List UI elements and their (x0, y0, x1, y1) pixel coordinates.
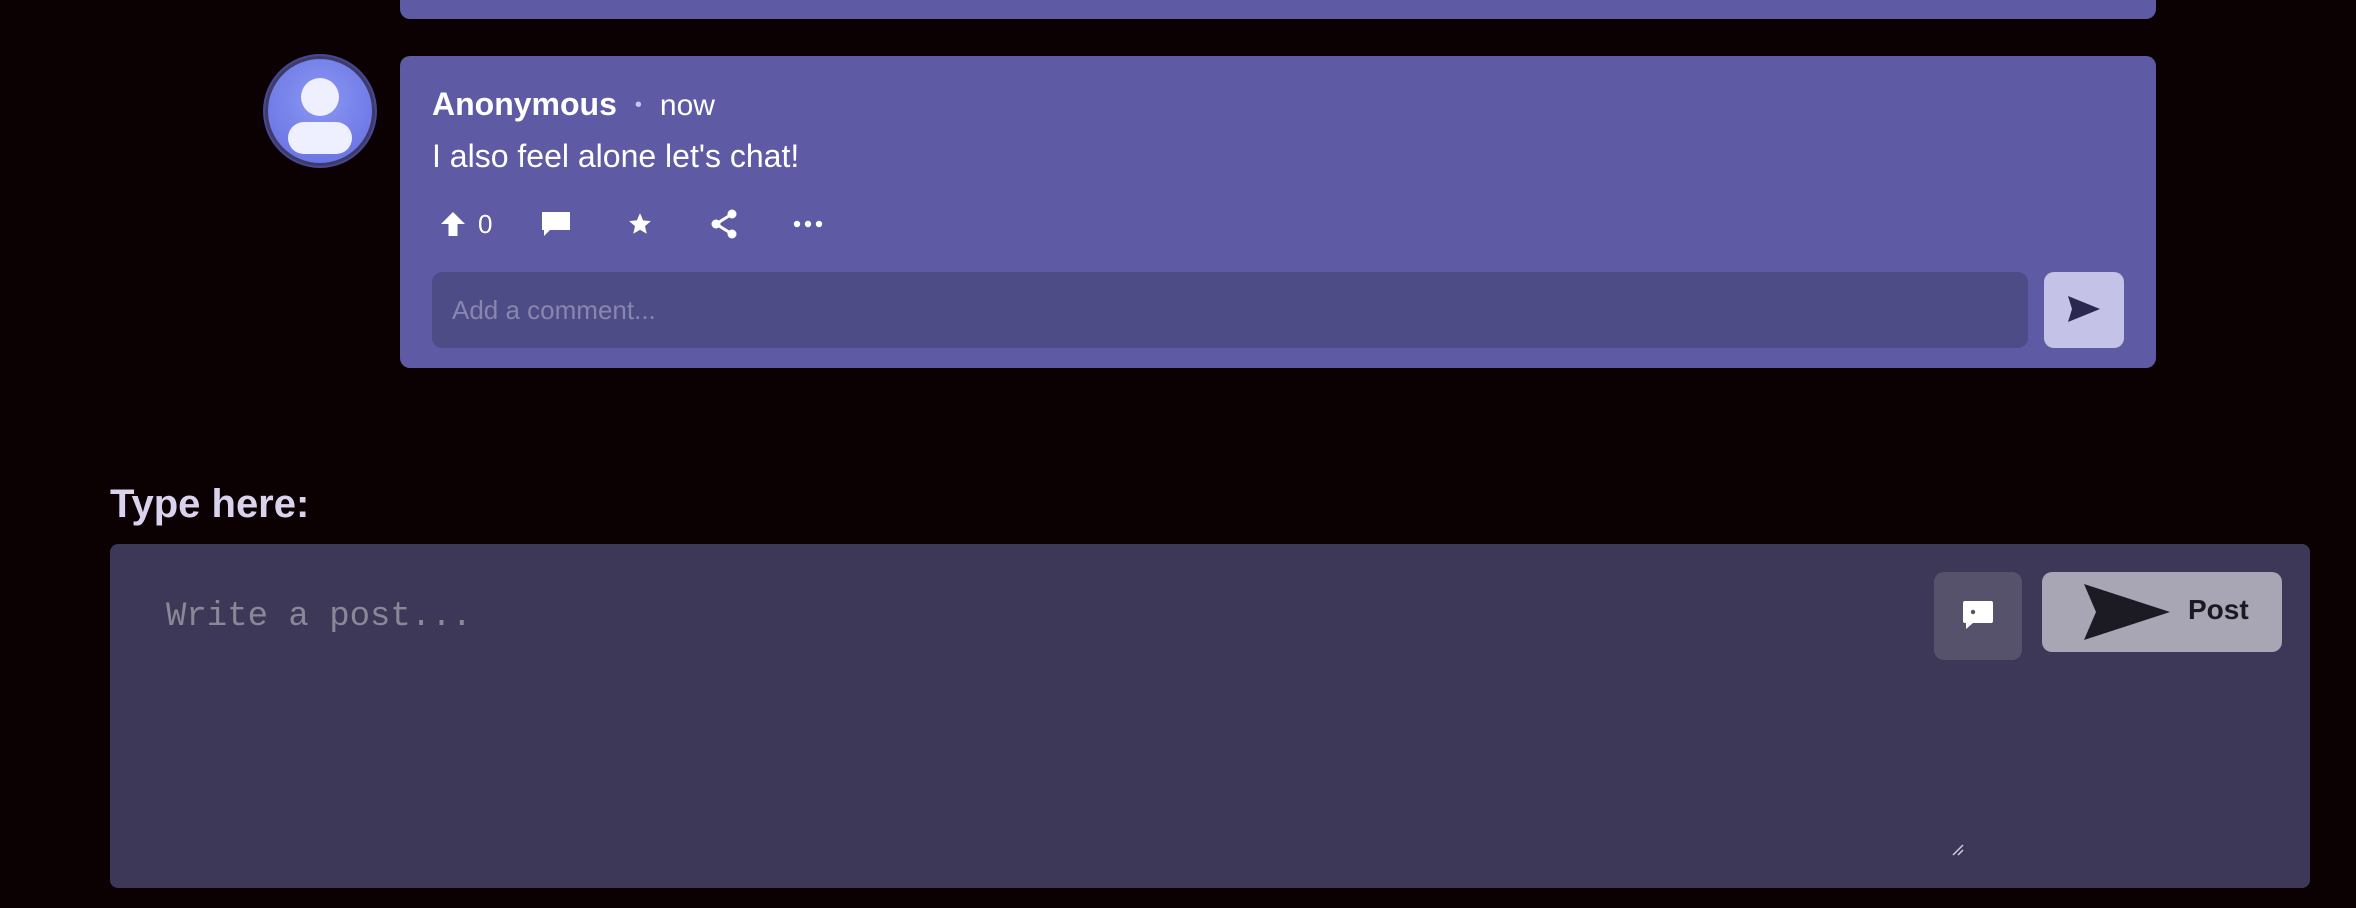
chat-button[interactable] (1934, 572, 2022, 660)
avatar-head (301, 78, 339, 116)
more-options-button[interactable] (788, 204, 828, 244)
upvote-button[interactable]: 0 (440, 204, 510, 244)
comment-card: Anonymous • now I also feel alone let's … (400, 56, 2156, 368)
post-composer: Post (110, 544, 2310, 888)
share-icon (709, 208, 739, 240)
speech-bubble-icon (540, 210, 572, 238)
composer-label: Type here: (110, 482, 310, 526)
post-textarea[interactable] (110, 544, 1972, 864)
star-icon (627, 211, 653, 237)
comment-message: I also feel alone let's chat! (432, 138, 800, 174)
reply-row (432, 272, 2124, 348)
paper-plane-icon (2082, 582, 2172, 645)
comment-header: Anonymous • now (432, 86, 715, 123)
comment-author[interactable]: Anonymous (432, 86, 617, 123)
arrow-up-icon (440, 210, 466, 238)
avatar-body (288, 122, 352, 154)
resize-handle-icon[interactable] (1950, 842, 1964, 856)
previous-comment-card (400, 0, 2156, 19)
favorite-button[interactable] (620, 204, 660, 244)
comment-timestamp: now (659, 89, 715, 122)
paper-plane-icon (2066, 294, 2102, 327)
post-button-label: Post (2188, 594, 2249, 625)
send-comment-button[interactable] (2044, 272, 2124, 348)
user-avatar[interactable] (265, 56, 375, 166)
reply-button[interactable] (536, 204, 576, 244)
ellipsis-icon (792, 219, 824, 229)
share-button[interactable] (704, 204, 744, 244)
comment-input[interactable] (432, 272, 2028, 348)
upvote-count: 0 (478, 208, 493, 239)
comment-actions: 0 (440, 204, 828, 244)
chat-bubble-icon (1961, 599, 1995, 634)
header-separator: • (634, 94, 642, 116)
post-button[interactable]: Post (2042, 572, 2282, 652)
